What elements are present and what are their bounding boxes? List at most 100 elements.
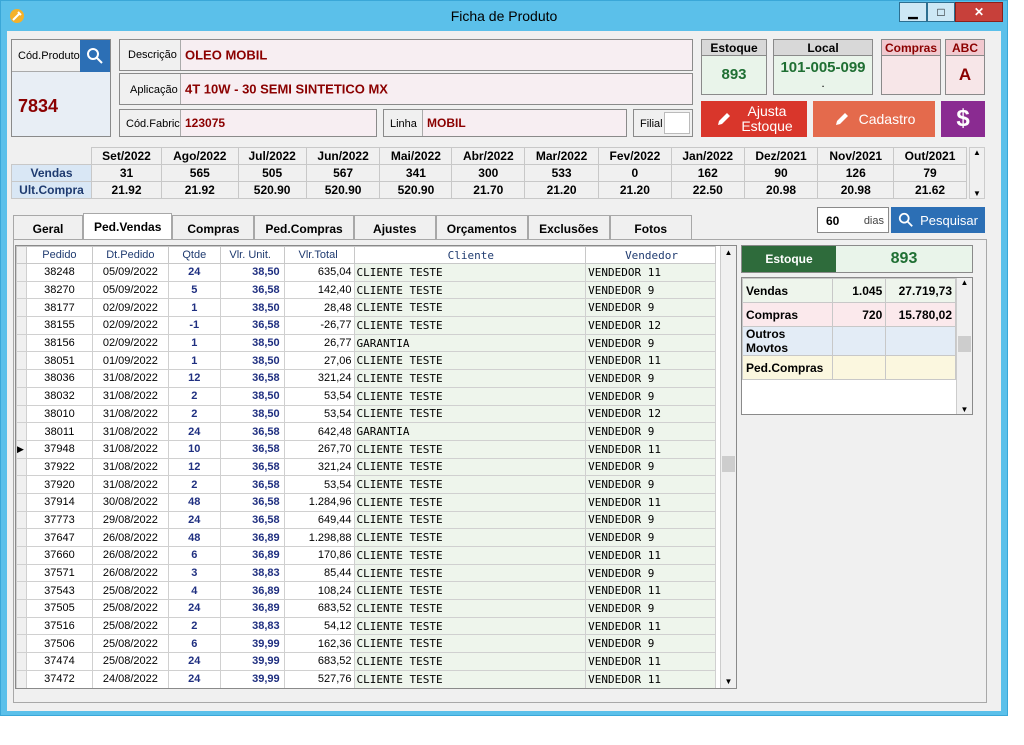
table-row[interactable]: 37647 26/08/2022 48 36,89 1.298,88 CLIENTE TE… (16, 528, 716, 547)
ultcompra-cell: 21.20 (524, 181, 599, 199)
row-indicator[interactable] (16, 652, 27, 671)
grid-cell: 37948 (25, 439, 93, 459)
tab-ped-compras[interactable]: Ped.Compras (254, 215, 354, 239)
close-button[interactable]: ✕ (955, 2, 1003, 22)
row-indicator[interactable] (16, 333, 27, 353)
table-row[interactable]: 37920 31/08/2022 2 36,58 53,54 CLIENTE TESTE V… (16, 475, 716, 494)
grid-header[interactable]: Pedido (25, 246, 93, 264)
grid-cell: CLIENTE TESTE (353, 581, 587, 601)
aplicacao-field[interactable]: 4T 10W - 30 SEMI SINTETICO MX (180, 74, 692, 104)
tab-compras[interactable]: Compras (172, 215, 255, 239)
tab-geral[interactable]: Geral (13, 215, 83, 239)
row-indicator[interactable] (16, 457, 27, 477)
tab-ped-vendas[interactable]: Ped.Vendas (83, 213, 173, 239)
table-row[interactable]: 37571 26/08/2022 3 38,83 85,44 CLIENTE TESTE V… (16, 563, 716, 583)
estoque-card-label: Estoque (702, 40, 766, 56)
table-row[interactable]: 37773 29/08/2022 24 36,58 649,44 CLIENTE TEST… (16, 510, 716, 530)
table-row[interactable]: 38036 31/08/2022 12 36,58 321,24 CLIENTE TEST… (16, 369, 716, 388)
price-button[interactable]: $ (941, 101, 985, 137)
grid-header[interactable]: Vlr.Total (283, 246, 355, 264)
linha-field[interactable]: MOBIL (422, 110, 626, 136)
table-row[interactable]: 38032 31/08/2022 2 38,50 53,54 CLIENTE TESTE V… (16, 386, 716, 406)
table-row[interactable]: 38177 02/09/2022 1 38,50 28,48 CLIENTE TESTE V… (16, 298, 716, 318)
table-row[interactable]: 37660 26/08/2022 6 36,89 170,86 CLIENTE TESTE… (16, 546, 716, 565)
grid-scrollbar[interactable]: ▲ ▼ (720, 246, 736, 688)
tab-fotos[interactable]: Fotos (609, 215, 692, 239)
row-indicator[interactable] (16, 280, 27, 300)
row-indicator[interactable]: ▶ (16, 439, 27, 459)
grid-scroll-thumb[interactable] (722, 456, 735, 472)
ultcompra-cell: 20.98 (743, 181, 819, 199)
grid-cell: 2 (167, 386, 221, 406)
grid-cell: 37505 (25, 599, 93, 618)
row-indicator[interactable] (16, 563, 27, 583)
grid-header[interactable]: Cliente (353, 246, 587, 264)
table-row[interactable]: 38155 02/09/2022 -1 36,58 -26,77 CLIENTE TEST… (16, 316, 716, 335)
table-row[interactable]: 38248 05/09/2022 24 38,50 635,04 CLIENTE TEST… (16, 263, 716, 282)
row-indicator[interactable] (16, 546, 27, 565)
cod-fabric-field[interactable]: 123075 (180, 110, 376, 136)
maximize-button[interactable]: □ (927, 2, 955, 22)
product-search-button[interactable] (80, 40, 110, 72)
row-indicator[interactable] (16, 616, 27, 636)
table-row[interactable]: 37543 25/08/2022 4 36,89 108,24 CLIENTE TESTE… (16, 581, 716, 601)
minimize-button[interactable]: ▁ (899, 2, 927, 22)
table-row[interactable]: 37914 30/08/2022 48 36,58 1.284,96 CLIENTE TE… (16, 492, 716, 512)
row-indicator[interactable] (16, 263, 27, 282)
row-indicator[interactable] (16, 351, 27, 371)
ultcompra-row-label: Ult.Compra (11, 181, 92, 199)
vendas-cell: 0 (597, 164, 672, 182)
days-filter[interactable]: 60 dias (817, 207, 889, 233)
table-row[interactable]: 37474 25/08/2022 24 39,99 683,52 CLIENTE TEST… (16, 652, 716, 671)
table-row[interactable]: 37472 24/08/2022 24 39,99 527,76 CLIENTE TEST… (16, 669, 716, 688)
row-indicator[interactable] (16, 475, 27, 494)
tab-exclus-es[interactable]: Exclusões (527, 215, 610, 239)
table-row[interactable]: 37922 31/08/2022 12 36,58 321,24 CLIENTE TEST… (16, 457, 716, 477)
row-indicator[interactable] (16, 492, 27, 512)
grid-cell: 36,58 (219, 422, 285, 441)
table-row[interactable]: 38051 01/09/2022 1 38,50 27,06 CLIENTE TESTE V… (16, 351, 716, 371)
row-indicator[interactable] (16, 528, 27, 547)
table-row[interactable]: 37506 25/08/2022 6 39,99 162,36 CLIENTE TESTE… (16, 634, 716, 654)
history-scrollbar[interactable]: ▲ ▼ (969, 147, 985, 199)
table-row[interactable]: 37516 25/08/2022 2 38,83 54,12 CLIENTE TESTE V… (16, 616, 716, 636)
row-indicator[interactable] (16, 422, 27, 441)
ultcompra-cell: 21.70 (451, 181, 526, 199)
row-indicator[interactable] (16, 298, 27, 318)
side-scrollbar[interactable]: ▲ ▼ (956, 278, 972, 414)
row-indicator[interactable] (16, 669, 27, 688)
row-indicator[interactable] (16, 581, 27, 601)
table-row[interactable]: 38010 31/08/2022 2 38,50 53,54 CLIENTE TESTE V… (16, 404, 716, 424)
tab-or-amentos[interactable]: Orçamentos (435, 215, 528, 239)
grid-header[interactable]: Dt.Pedido (91, 246, 169, 264)
month-header: Jan/2022 (670, 147, 745, 165)
grid-cell: 31/08/2022 (91, 439, 169, 459)
table-row[interactable]: 38270 05/09/2022 5 36,58 142,40 CLIENTE TESTE… (16, 280, 716, 300)
tab-ajustes[interactable]: Ajustes (353, 215, 436, 239)
grid-cell: 05/09/2022 (91, 263, 169, 282)
grid-cell: VENDEDOR 9 (585, 457, 716, 477)
row-indicator[interactable] (16, 599, 27, 618)
grid-header[interactable]: Vlr. Unit. (219, 246, 285, 264)
row-indicator[interactable] (16, 369, 27, 388)
grid-cell: 683,52 (283, 599, 355, 618)
grid-cell: 642,48 (283, 422, 355, 441)
row-indicator[interactable] (16, 634, 27, 654)
table-row[interactable]: 38011 31/08/2022 24 36,58 642,48 GARANTIA VEND… (16, 422, 716, 441)
grid-header[interactable]: Qtde (167, 246, 221, 264)
grid-cell: 37922 (25, 457, 93, 477)
row-indicator[interactable] (16, 316, 27, 335)
descricao-field[interactable]: OLEO MOBIL (180, 40, 692, 70)
table-row[interactable]: 38156 02/09/2022 1 38,50 26,77 GARANTIA VENDED… (16, 333, 716, 353)
pesquisar-button[interactable]: Pesquisar (891, 207, 985, 233)
row-indicator[interactable] (16, 386, 27, 406)
table-row[interactable]: 37505 25/08/2022 24 36,89 683,52 CLIENTE TEST… (16, 599, 716, 618)
filial-field[interactable] (664, 112, 690, 134)
row-indicator[interactable] (16, 404, 27, 424)
table-row[interactable]: ▶ 37948 31/08/2022 10 36,58 267,70 CLIENTE TES… (16, 439, 716, 459)
ajusta-estoque-button[interactable]: Ajusta Estoque (701, 101, 807, 137)
cadastro-button[interactable]: Cadastro (813, 101, 935, 137)
grid-cell: 142,40 (283, 280, 355, 300)
grid-header[interactable]: Vendedor (585, 246, 716, 264)
row-indicator[interactable] (16, 510, 27, 530)
